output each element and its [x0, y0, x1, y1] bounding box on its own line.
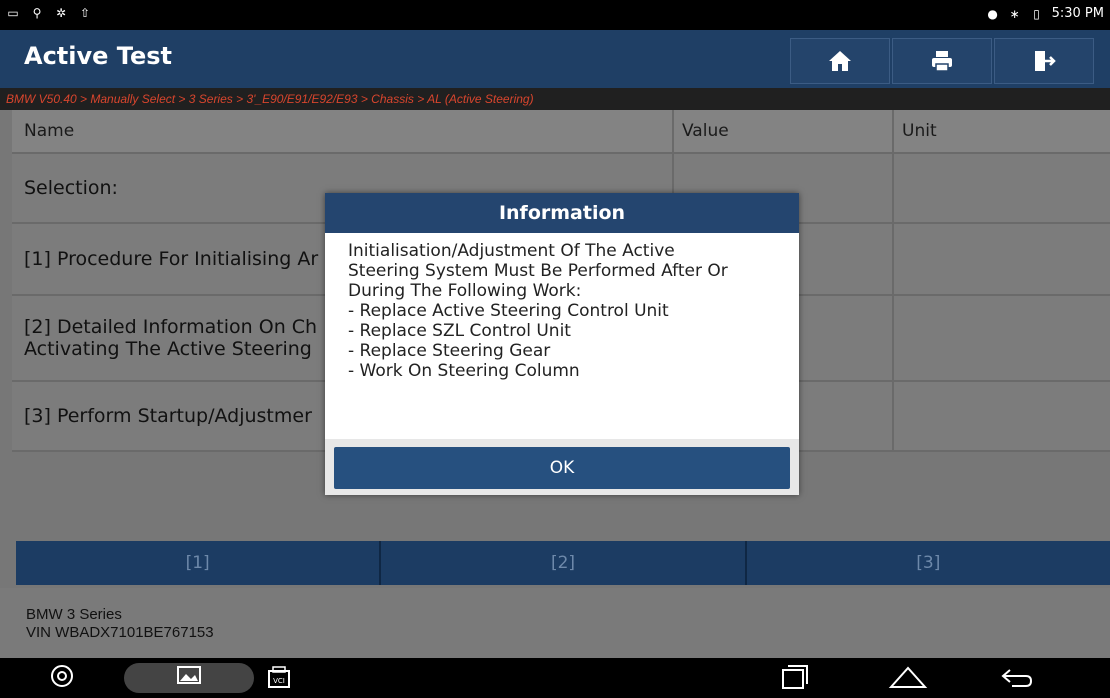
chrome-icon[interactable] — [50, 664, 74, 694]
dialog-line: - Replace Active Steering Control Unit — [348, 301, 669, 321]
dialog-title: Information — [325, 193, 799, 233]
table-header: Name Value Unit — [12, 110, 1110, 154]
vehicle-model: BMW 3 Series — [26, 606, 122, 623]
option-3-button[interactable]: [3] — [746, 541, 1110, 585]
settings-badge-icon: ✲ — [55, 6, 67, 20]
vci-icon[interactable]: VCI — [266, 664, 292, 696]
dialog-line: - Replace SZL Control Unit — [348, 321, 571, 341]
row-unit — [892, 154, 1110, 222]
header-unit: Unit — [892, 110, 1110, 152]
row-unit — [892, 382, 1110, 450]
row-unit — [892, 296, 1110, 380]
upload-icon: ⇧ — [79, 6, 91, 20]
back-icon[interactable] — [1000, 664, 1034, 696]
gallery-icon[interactable] — [176, 664, 204, 694]
dialog-line: - Work On Steering Column — [348, 361, 580, 381]
print-icon — [932, 51, 952, 72]
usb-icon: ⚲ — [32, 6, 42, 20]
dialog-line: Initialisation/Adjustment Of The Active — [348, 241, 675, 261]
option-2-button[interactable]: [2] — [381, 541, 747, 585]
dialog-line: During The Following Work: — [348, 281, 582, 301]
vehicle-vin: VIN WBADX7101BE767153 — [26, 624, 214, 641]
vehicle-info: BMW 3 Series VIN WBADX7101BE767153 — [0, 588, 1110, 658]
status-bar: ▭ ⚲ ✲ ⇧ ● ∗ ▯ 5:30 PM — [0, 0, 1110, 30]
breadcrumb: BMW V50.40 > Manually Select > 3 Series … — [0, 88, 1110, 110]
print-button[interactable] — [892, 38, 992, 84]
header-name: Name — [24, 121, 75, 141]
row-name-line1: [2] Detailed Information On Ch — [24, 316, 318, 338]
ok-button[interactable]: OK — [334, 447, 790, 489]
information-dialog: Information Initialisation/Adjustment Of… — [325, 193, 799, 495]
dialog-line: - Replace Steering Gear — [348, 341, 551, 361]
option-1-button[interactable]: [1] — [16, 541, 382, 585]
recent-apps-icon[interactable] — [780, 664, 810, 696]
nav-bar: VCI — [0, 658, 1110, 698]
svg-text:VCI: VCI — [273, 677, 285, 685]
exit-button[interactable] — [994, 38, 1094, 84]
title-bar: Active Test — [0, 30, 1110, 88]
home-nav-icon[interactable] — [888, 664, 928, 696]
header-value: Value — [672, 110, 902, 152]
screenshot-icon: ▭ — [7, 6, 19, 20]
battery-icon: ▯ — [1033, 6, 1040, 21]
status-time: 5:30 PM — [1051, 6, 1104, 21]
selection-buttons: [1] [2] [3] — [16, 541, 1110, 585]
page-title: Active Test — [24, 42, 172, 70]
location-icon: ● — [987, 6, 998, 21]
dialog-line: Steering System Must Be Performed After … — [348, 261, 728, 281]
home-button[interactable] — [790, 38, 890, 84]
row-unit — [892, 224, 1110, 294]
bluetooth-icon: ∗ — [1009, 6, 1020, 21]
row-name-line2: Activating The Active Steering — [24, 338, 312, 360]
dialog-message: Initialisation/Adjustment Of The Active … — [325, 241, 799, 381]
home-icon — [829, 51, 851, 71]
exit-icon — [1035, 51, 1056, 71]
dialog-footer: OK — [325, 439, 799, 495]
